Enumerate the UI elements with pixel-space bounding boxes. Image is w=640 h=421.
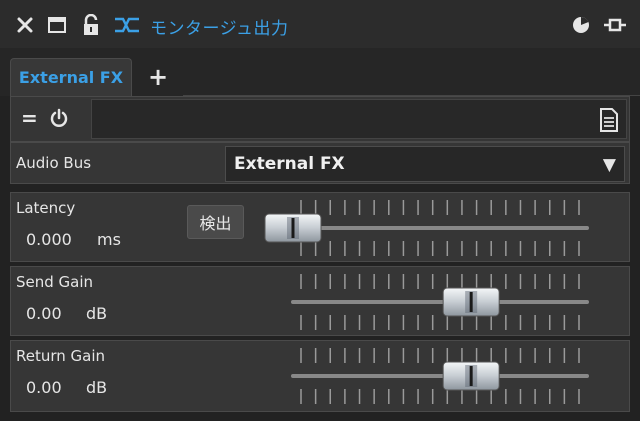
tab-bar: External FX + <box>0 48 640 96</box>
pie-icon[interactable] <box>570 14 592 36</box>
latency-unit: ms <box>97 230 121 249</box>
preset-field[interactable] <box>91 99 627 139</box>
window-title: モンタージュ出力 <box>150 19 289 39</box>
plugin-window: モンタージュ出力 External FX + = Audio Bus Exter… <box>0 0 640 421</box>
send-gain-row: Send Gain 0.00 dB <box>10 266 630 336</box>
equal-button[interactable]: = <box>21 106 38 130</box>
return-gain-fader[interactable] <box>261 341 601 411</box>
power-icon[interactable] <box>49 108 69 132</box>
audio-bus-label: Audio Bus <box>16 154 92 172</box>
fader-track <box>291 374 589 378</box>
latency-label: Latency <box>16 199 76 217</box>
title-bar: モンタージュ出力 <box>0 0 640 49</box>
routing-icon[interactable] <box>112 14 142 36</box>
fader-track <box>291 300 589 304</box>
send-gain-unit: dB <box>86 304 108 323</box>
latency-fader[interactable] <box>261 193 601 263</box>
return-gain-row: Return Gain 0.00 dB <box>10 340 630 412</box>
audio-bus-row: Audio Bus External FX ▼ <box>10 142 630 184</box>
window-icon[interactable] <box>46 14 68 36</box>
fader-handle[interactable] <box>442 361 500 391</box>
audio-bus-value: External FX <box>234 154 345 174</box>
latency-row: Latency 0.000 ms 検出 <box>10 192 630 262</box>
unlock-icon[interactable] <box>80 14 102 36</box>
chevron-down-icon: ▼ <box>602 155 616 175</box>
tab-external-fx[interactable]: External FX <box>10 58 132 96</box>
return-gain-unit: dB <box>86 378 108 397</box>
return-gain-value[interactable]: 0.00 <box>26 378 62 397</box>
close-icon[interactable] <box>14 14 36 36</box>
fader-handle[interactable] <box>442 287 500 317</box>
toolbar: = <box>10 96 630 142</box>
document-icon[interactable] <box>598 107 620 137</box>
add-tab-button[interactable]: + <box>134 58 182 96</box>
send-gain-value[interactable]: 0.00 <box>26 304 62 323</box>
latency-value[interactable]: 0.000 <box>26 230 72 249</box>
detect-button[interactable]: 検出 <box>187 205 244 239</box>
fader-handle[interactable] <box>264 213 322 243</box>
audio-bus-select[interactable]: External FX ▼ <box>225 146 625 182</box>
send-gain-label: Send Gain <box>16 273 94 291</box>
tab-label: External FX <box>18 68 124 87</box>
return-gain-label: Return Gain <box>16 347 106 365</box>
fader-track <box>291 226 589 230</box>
pin-icon[interactable] <box>602 14 628 36</box>
send-gain-fader[interactable] <box>261 267 601 337</box>
